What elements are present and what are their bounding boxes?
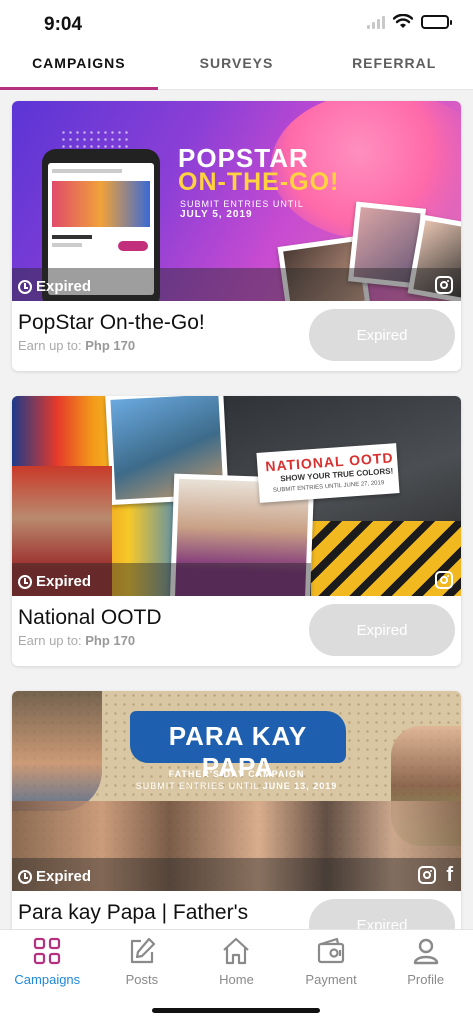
expired-badge-label: Expired (36, 278, 92, 295)
nav-profile[interactable]: Profile (378, 930, 473, 1024)
expired-badge-label: Expired (36, 573, 92, 590)
banner-subtext: FATHER'S DAY CAMPAIGN (168, 769, 305, 779)
campaign-banner[interactable]: POPSTAR ON-THE-GO! SUBMIT ENTRIES UNTIL … (12, 101, 461, 301)
facebook-icon: f (446, 864, 453, 886)
campaign-earn: Earn up to: Php 170 (18, 338, 136, 353)
expired-badge: Expired (18, 278, 91, 295)
earn-amount: Php 170 (85, 338, 136, 353)
expired-badge: Expired (18, 573, 91, 590)
campaign-card[interactable]: NATIONAL OOTD SHOW YOUR TRUE COLORS! SUB… (12, 396, 461, 666)
home-icon (223, 937, 250, 965)
expired-button[interactable]: Expired (309, 309, 455, 361)
campaign-title: PopStar On-the-Go! (18, 311, 205, 334)
clock-icon (18, 574, 32, 589)
ootd-tag: NATIONAL OOTD SHOW YOUR TRUE COLORS! SUB… (256, 443, 400, 503)
status-icons (367, 14, 452, 29)
nav-label: Payment (305, 972, 357, 987)
expired-badge-label: Expired (36, 868, 92, 885)
campaign-banner[interactable]: NATIONAL OOTD SHOW YOUR TRUE COLORS! SUB… (12, 396, 461, 596)
campaign-card[interactable]: PARA KAY PAPA FATHER'S DAY CAMPAIGN SUBM… (12, 691, 461, 929)
instagram-icon (435, 276, 453, 294)
tab-referral[interactable]: REFERRAL (315, 46, 473, 89)
battery-icon (421, 14, 452, 29)
campaign-banner[interactable]: PARA KAY PAPA FATHER'S DAY CAMPAIGN SUBM… (12, 691, 461, 891)
signal-icon (367, 15, 385, 29)
wallet-icon (317, 937, 345, 964)
instagram-icon (435, 571, 453, 589)
nav-label: Home (219, 972, 254, 987)
status-time: 9:04 (44, 14, 83, 35)
nav-label: Campaigns (14, 972, 81, 987)
nav-campaigns[interactable]: Campaigns (0, 930, 95, 1024)
clock-icon (18, 869, 32, 884)
banner-deadline: SUBMIT ENTRIES UNTIL JUNE 13, 2019 (135, 781, 338, 791)
tab-campaigns[interactable]: CAMPAIGNS (0, 46, 158, 90)
campaign-title: National OOTD (18, 606, 162, 629)
expired-badge: Expired (18, 868, 91, 885)
user-icon (413, 938, 438, 965)
banner-deadline: JULY 5, 2019 (180, 209, 253, 220)
campaign-feed[interactable]: POPSTAR ON-THE-GO! SUBMIT ENTRIES UNTIL … (0, 91, 473, 929)
nav-label: Profile (407, 972, 445, 987)
tab-surveys[interactable]: SURVEYS (158, 46, 316, 89)
earn-amount: Php 170 (85, 633, 136, 648)
top-tabs: CAMPAIGNS SURVEYS REFERRAL (0, 46, 473, 90)
status-bar: 9:04 (0, 0, 473, 46)
home-indicator (152, 1008, 320, 1013)
grid-icon (34, 937, 61, 965)
clock-icon (18, 279, 32, 294)
banner-headline-accent: ON-THE-GO! (178, 168, 340, 196)
banner-subtext: SUBMIT ENTRIES UNTIL (180, 199, 304, 209)
campaign-card[interactable]: POPSTAR ON-THE-GO! SUBMIT ENTRIES UNTIL … (12, 101, 461, 371)
edit-icon (130, 937, 155, 964)
instagram-icon (418, 866, 437, 884)
nav-label: Posts (125, 972, 159, 987)
expired-button[interactable]: Expired (309, 899, 455, 929)
campaign-title: Para kay Papa | Father's (18, 901, 249, 924)
wifi-icon (393, 14, 413, 28)
expired-button[interactable]: Expired (309, 604, 455, 656)
banner-brush: PARA KAY PAPA (130, 711, 346, 782)
campaign-earn: Earn up to: Php 170 (18, 633, 136, 648)
